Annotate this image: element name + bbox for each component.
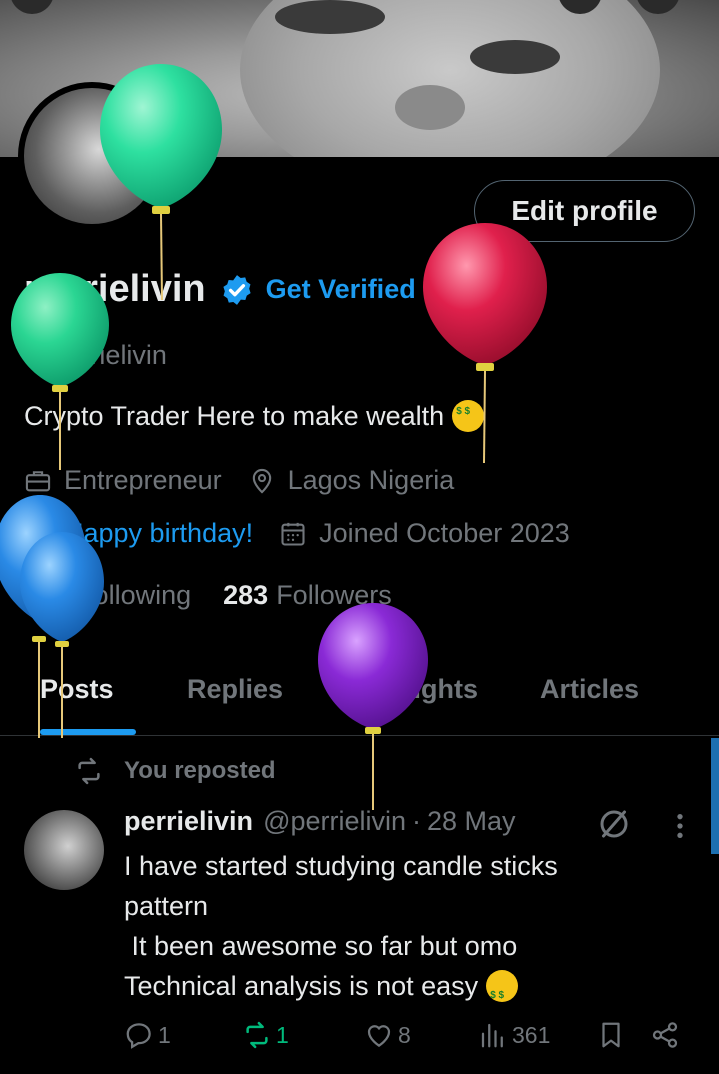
share-button[interactable] <box>650 1020 684 1050</box>
bookmark-icon <box>602 1022 620 1048</box>
tab-articles[interactable]: Articles <box>540 674 639 705</box>
location-icon <box>252 468 271 494</box>
balloon-purple-icon <box>318 603 428 810</box>
reply-count: 1 <box>158 1021 171 1048</box>
post-header: perrielivin @perrielivin · 28 May <box>124 806 516 837</box>
more-icon[interactable] <box>666 810 694 842</box>
banner-nose <box>395 85 465 130</box>
repost-context: You reposted <box>74 756 276 786</box>
post-author-handle[interactable]: @perrielivin <box>263 806 406 837</box>
reply-icon <box>126 1023 151 1049</box>
views-button[interactable]: 361 <box>478 1020 550 1050</box>
balloon-green-small-icon <box>11 273 109 470</box>
more-options-button[interactable] <box>636 0 680 14</box>
post-date[interactable]: 28 May <box>427 806 516 837</box>
like-count: 8 <box>398 1021 411 1048</box>
like-button[interactable]: 8 <box>364 1020 411 1050</box>
repost-icon <box>78 757 100 785</box>
views-icon <box>481 1023 503 1048</box>
post-line-text: Technical analysis is not easy <box>124 971 479 1001</box>
repost-button[interactable]: 1 <box>242 1020 289 1050</box>
post-author-name[interactable]: perrielivin <box>124 806 253 837</box>
joined-text: Joined October 2023 <box>319 518 570 548</box>
like-icon <box>367 1025 391 1047</box>
reply-button[interactable]: 1 <box>124 1020 171 1050</box>
post-line: Technical analysis is not easy <box>124 966 664 1016</box>
banner-eye-left <box>275 0 385 34</box>
balloon-red-icon <box>423 223 547 464</box>
post-avatar[interactable] <box>24 810 104 890</box>
post-line: It been awesome so far but omo <box>124 931 518 961</box>
calendar-icon <box>281 522 305 546</box>
share-icon <box>652 1022 678 1048</box>
repost-label: You reposted <box>124 757 276 784</box>
tab-replies[interactable]: Replies <box>187 674 283 705</box>
followers-count: 283 <box>223 580 269 610</box>
post-line: I have started studying candle sticks <box>124 851 558 881</box>
separator-dot: · <box>412 806 422 836</box>
balloon-green-icon <box>100 64 222 300</box>
post-text: I have started studying candle sticks pa… <box>124 846 664 1016</box>
repost-icon <box>246 1021 268 1049</box>
repost-count: 1 <box>276 1021 289 1048</box>
balloon-blue-icon <box>0 495 104 738</box>
post-actions: 1 1 8 361 <box>124 1020 694 1060</box>
grok-slash-icon[interactable] <box>596 806 632 842</box>
post-line: pattern <box>124 891 209 921</box>
bookmark-button[interactable] <box>596 1020 630 1050</box>
location-text: Lagos Nigeria <box>287 465 455 495</box>
banner-eye-right <box>470 40 560 74</box>
briefcase-icon <box>25 470 51 491</box>
views-count: 361 <box>512 1021 551 1048</box>
joined-date: Joined October 2023 <box>279 518 570 549</box>
smirk-emoji-icon <box>486 970 519 1016</box>
back-button[interactable] <box>10 0 54 14</box>
location: Lagos Nigeria <box>248 465 455 496</box>
get-verified-link[interactable]: Get Verified <box>266 274 416 305</box>
scrollbar[interactable] <box>711 738 719 854</box>
